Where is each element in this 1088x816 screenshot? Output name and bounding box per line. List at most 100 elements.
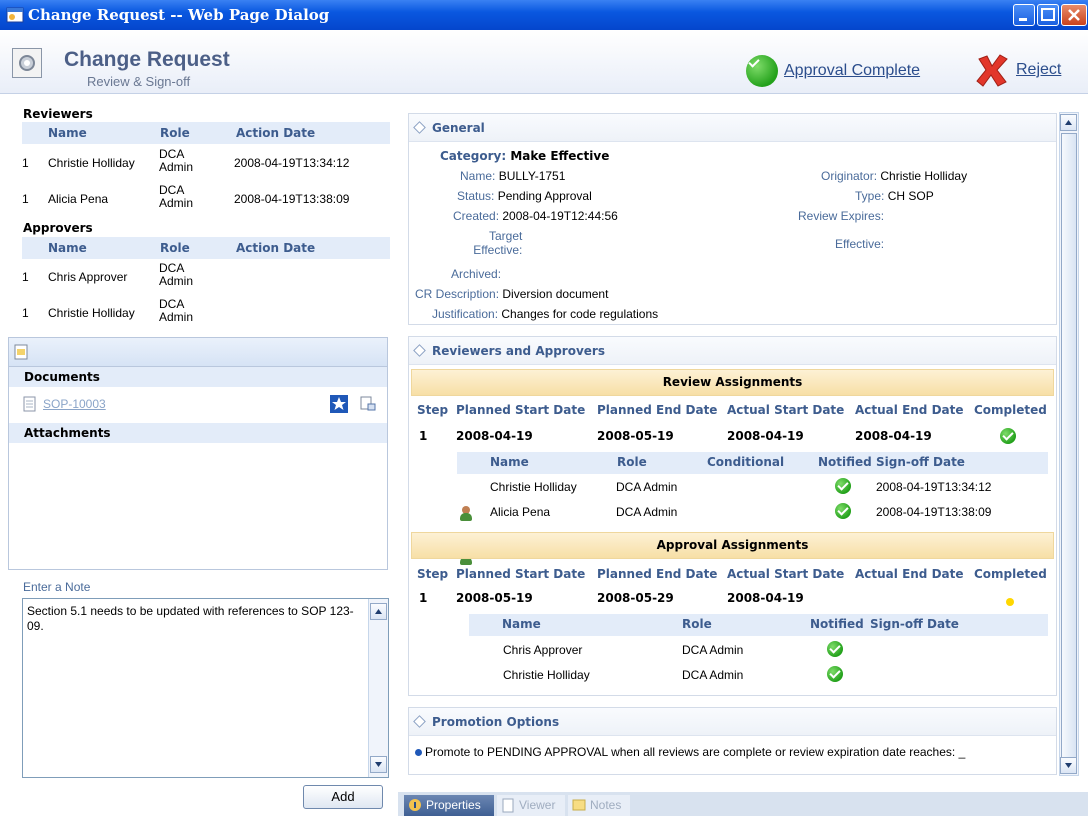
notified-check-icon xyxy=(827,666,843,685)
approval-pending-dot-icon xyxy=(1006,595,1014,609)
promotion-card-header[interactable]: Promotion Options xyxy=(409,708,1056,736)
review-assignments-band: Review Assignments xyxy=(411,369,1054,396)
general-card: General Category: Make Effective Name: B… xyxy=(408,113,1057,325)
approver-row: 1 Chris Approver DCA Admin xyxy=(22,259,390,295)
reviewers-approvers-card: Reviewers and Approvers Review Assignmen… xyxy=(408,336,1057,766)
reject-x-icon xyxy=(976,54,1008,87)
row-date: 2008-04-19T13:34:12 xyxy=(234,156,350,170)
document-toolbar-icon[interactable] xyxy=(13,344,29,360)
add-note-button[interactable]: Add xyxy=(303,785,383,809)
collapse-diamond-icon xyxy=(413,715,426,728)
general-card-header[interactable]: General xyxy=(409,114,1056,142)
approvers-section-title: Approvers xyxy=(23,221,93,235)
open-document-icon[interactable] xyxy=(359,395,377,413)
document-item: SOP-10003 xyxy=(9,387,387,423)
arrow-up-icon xyxy=(375,609,382,614)
note-label: Enter a Note xyxy=(23,580,91,594)
note-scrollbar[interactable] xyxy=(368,599,388,777)
note-text: Section 5.1 needs to be updated with ref… xyxy=(27,604,354,633)
row-step: 1 xyxy=(22,306,29,320)
review-people-header: Name Role Conditional Notified Sign-off … xyxy=(457,452,1048,474)
rna-title: Reviewers and Approvers xyxy=(432,343,605,358)
row-name: Chris Approver xyxy=(48,270,128,284)
tab-properties[interactable]: Properties xyxy=(404,795,494,816)
document-link[interactable]: SOP-10003 xyxy=(43,397,106,411)
approver-row: 1 Christie Holliday DCA Admin xyxy=(22,295,390,331)
row-name: Christie Holliday xyxy=(48,156,135,170)
documents-section-title: Documents xyxy=(9,367,387,387)
maximize-icon xyxy=(1041,8,1055,21)
scroll-up-button[interactable] xyxy=(370,603,387,620)
scroll-up-button[interactable] xyxy=(1060,114,1077,131)
originator-field: Originator: Christie Holliday xyxy=(821,169,968,183)
created-field: Created: 2008-04-19T12:44:56 xyxy=(453,209,618,223)
type-field: Type: CH SOP xyxy=(855,189,934,203)
page-title: Change Request xyxy=(64,48,230,71)
row-step: 1 xyxy=(22,192,29,206)
arrow-down-icon xyxy=(1065,763,1072,768)
col-role: Role xyxy=(160,126,190,140)
minimize-button[interactable] xyxy=(1013,4,1035,26)
row-date: 2008-04-19T13:38:09 xyxy=(234,192,350,206)
col-role: Role xyxy=(160,241,190,255)
note-textarea[interactable]: Section 5.1 needs to be updated with ref… xyxy=(22,598,389,778)
reviewer-row: 1 Christie Holliday DCA Admin 2008-04-19T… xyxy=(22,145,390,181)
reviewer-person-icon xyxy=(459,506,473,522)
scroll-thumb[interactable] xyxy=(1061,133,1077,769)
favorite-star-icon[interactable] xyxy=(330,395,348,413)
attachments-section-title: Attachments xyxy=(9,423,387,443)
rna-card-header[interactable]: Reviewers and Approvers xyxy=(409,337,1056,365)
collapse-diamond-icon xyxy=(413,121,426,134)
radio-selected-icon xyxy=(415,749,422,756)
tab-label: Notes xyxy=(590,798,622,812)
approvers-header-row: Name Role Action Date xyxy=(22,237,390,259)
reviewers-section-title: Reviewers xyxy=(23,107,93,121)
tab-label: Viewer xyxy=(519,798,556,812)
page-subtitle: Review & Sign-off xyxy=(87,74,191,89)
review-completed-icon xyxy=(1000,428,1016,447)
minimize-icon xyxy=(1019,18,1027,21)
tab-viewer[interactable]: Viewer xyxy=(497,795,565,816)
dialog-header: Change Request Review & Sign-off Approva… xyxy=(0,30,1088,94)
properties-icon xyxy=(409,799,421,811)
close-button[interactable] xyxy=(1061,4,1087,26)
properties-scrollbar[interactable] xyxy=(1059,112,1079,776)
promotion-options-card: Promotion Options Promote to PENDING APP… xyxy=(408,707,1057,775)
archived-field: Archived: xyxy=(451,267,502,281)
arrow-up-icon xyxy=(1065,120,1072,125)
approval-assignments-band: Approval Assignments xyxy=(411,532,1054,559)
target-effective-field: Target Effective: xyxy=(473,229,523,257)
name-field-display: Name: BULLY-1751 xyxy=(460,169,566,183)
col-action-date: Action Date xyxy=(236,241,316,255)
tab-label: Properties xyxy=(426,798,481,812)
maximize-button[interactable] xyxy=(1037,4,1059,26)
approval-complete-button[interactable]: Approval Complete xyxy=(746,55,920,87)
effective-field: Effective: xyxy=(835,237,885,251)
properties-area: General Category: Make Effective Name: B… xyxy=(398,95,1088,816)
window-titlebar: Change Request -- Web Page Dialog xyxy=(0,0,1088,30)
general-title: General xyxy=(432,120,485,135)
promotion-option[interactable]: Promote to PENDING APPROVAL when all rev… xyxy=(415,745,965,759)
reject-button[interactable]: Reject xyxy=(974,52,1061,88)
notes-icon xyxy=(572,799,586,811)
window-title: Change Request -- Web Page Dialog xyxy=(28,6,330,24)
approval-people-header: Name Role Notified Sign-off Date xyxy=(469,614,1048,636)
col-name: Name xyxy=(48,241,87,255)
row-name: Alicia Pena xyxy=(48,192,109,206)
status-field: Status: Pending Approval xyxy=(457,189,592,203)
notified-check-icon xyxy=(835,503,851,522)
category-field: Category: Make Effective xyxy=(440,149,610,163)
reject-label: Reject xyxy=(1016,61,1062,78)
review-expires-field: Review Expires: xyxy=(798,209,885,223)
arrow-down-icon xyxy=(375,762,382,767)
reviewer-row: 1 Alicia Pena DCA Admin 2008-04-19T13:38:… xyxy=(22,181,390,217)
notified-check-icon xyxy=(835,478,851,497)
justification-field: Justification: Changes for code regulati… xyxy=(432,307,659,321)
scroll-down-button[interactable] xyxy=(1060,757,1077,774)
tab-notes[interactable]: Notes xyxy=(568,795,630,816)
scroll-down-button[interactable] xyxy=(370,756,387,773)
col-name: Name xyxy=(48,126,87,140)
documents-toolbar xyxy=(9,338,387,367)
approve-check-icon xyxy=(746,55,778,87)
reviewers-header-row: Name Role Action Date xyxy=(22,122,390,144)
